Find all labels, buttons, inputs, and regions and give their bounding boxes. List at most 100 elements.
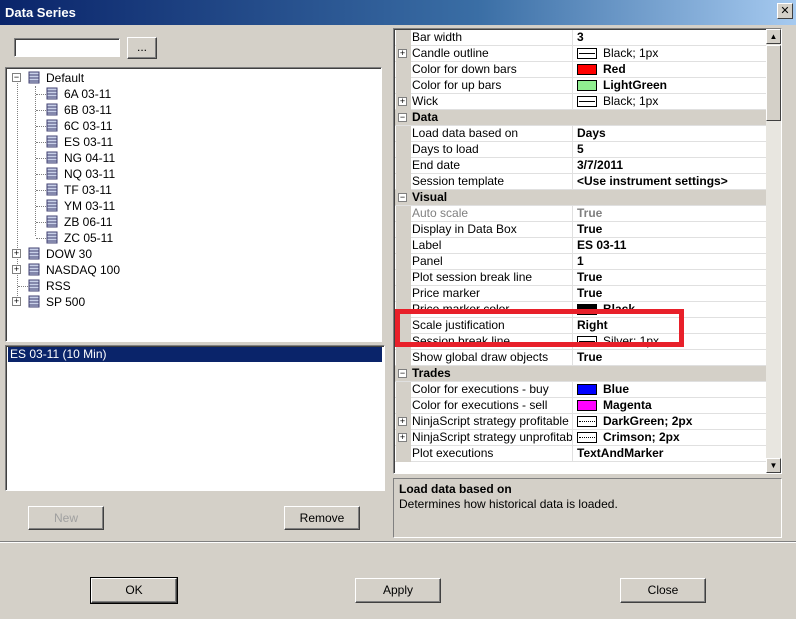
property-row[interactable]: Session template <Use instrument settings… [395, 174, 767, 190]
property-category[interactable]: − Data [395, 110, 767, 126]
tree-item[interactable]: 6A 03-11 [64, 86, 111, 102]
property-row[interactable]: + NinjaScript strategy unprofitable trade… [395, 430, 767, 446]
property-value[interactable]: True [575, 206, 765, 222]
property-grid-scrollbar[interactable]: ▲ ▼ [766, 29, 781, 473]
property-value[interactable]: Silver; 1px [575, 334, 765, 350]
property-value[interactable]: DarkGreen; 2px [575, 414, 765, 430]
property-value[interactable]: Magenta [575, 398, 765, 414]
property-row[interactable]: Color for down bars Red [395, 62, 767, 78]
property-value[interactable]: Crimson; 2px [575, 430, 765, 446]
instrument-tree[interactable]: − Default 6A 03-11 6B 03-11 6C 03-11 ES 03-11… [5, 67, 382, 342]
property-row[interactable]: Label ES 03-11 [395, 238, 767, 254]
property-row[interactable]: Show global draw objects True [395, 350, 767, 366]
remove-button[interactable]: Remove [284, 506, 360, 530]
property-name: Label [411, 238, 573, 254]
tree-expander-icon[interactable]: + [12, 297, 21, 306]
tree-item[interactable]: RSS [46, 278, 71, 294]
tree-item[interactable]: TF 03-11 [64, 182, 112, 198]
instrument-search-input[interactable] [14, 38, 120, 57]
property-name: Price marker color [411, 302, 573, 318]
property-value[interactable]: 3/7/2011 [575, 158, 765, 174]
property-value[interactable]: Red [575, 62, 765, 78]
property-value[interactable]: True [575, 286, 765, 302]
property-category[interactable]: − Trades [395, 366, 767, 382]
property-name: Load data based on [411, 126, 573, 142]
property-row[interactable]: Display in Data Box True [395, 222, 767, 238]
scroll-thumb[interactable] [766, 45, 781, 121]
tree-expander-icon[interactable]: + [12, 265, 21, 274]
close-button[interactable]: Close [620, 578, 706, 603]
database-icon [46, 151, 58, 164]
tree-item[interactable]: NASDAQ 100 [46, 262, 120, 278]
window-title: Data Series [5, 5, 76, 20]
property-value[interactable]: TextAndMarker [575, 446, 765, 462]
collapse-icon[interactable]: − [398, 113, 407, 122]
property-value[interactable]: Black [575, 302, 765, 318]
property-row[interactable]: + Candle outline Black; 1px [395, 46, 767, 62]
property-row[interactable]: Color for up bars LightGreen [395, 78, 767, 94]
data-series-list[interactable]: ES 03-11 (10 Min) [5, 345, 385, 491]
tree-item[interactable]: NQ 03-11 [64, 166, 115, 182]
tree-expander-icon[interactable]: + [12, 249, 21, 258]
property-category[interactable]: − Visual [395, 190, 767, 206]
database-icon [28, 295, 40, 308]
expand-icon[interactable]: + [398, 417, 407, 426]
property-row[interactable]: Color for executions - sell Magenta [395, 398, 767, 414]
property-row[interactable]: Auto scale True [395, 206, 767, 222]
tree-item[interactable]: DOW 30 [46, 246, 92, 262]
property-value[interactable]: <Use instrument settings> [575, 174, 765, 190]
tree-item[interactable]: 6B 03-11 [64, 102, 112, 118]
tree-item[interactable]: ES 03-11 [64, 134, 113, 150]
property-value[interactable]: ES 03-11 [575, 238, 765, 254]
property-row[interactable]: Plot session break line True [395, 270, 767, 286]
property-row[interactable]: Load data based on Days [395, 126, 767, 142]
tree-item[interactable]: Default [46, 70, 84, 86]
tree-item[interactable]: SP 500 [46, 294, 85, 310]
scroll-down-icon[interactable]: ▼ [766, 458, 781, 473]
tree-item[interactable]: ZC 05-11 [64, 230, 113, 246]
property-value[interactable]: 1 [575, 254, 765, 270]
property-row[interactable]: Price marker True [395, 286, 767, 302]
close-icon[interactable]: ✕ [777, 3, 793, 19]
property-value[interactable]: Right [575, 318, 765, 334]
property-name: Candle outline [411, 46, 573, 62]
expand-icon[interactable]: + [398, 97, 407, 106]
tree-item[interactable]: NG 04-11 [64, 150, 115, 166]
property-row[interactable]: + Wick Black; 1px [395, 94, 767, 110]
property-value[interactable]: True [575, 350, 765, 366]
property-row[interactable]: Price marker color Black [395, 302, 767, 318]
property-value[interactable]: 5 [575, 142, 765, 158]
property-row[interactable]: Session break line Silver; 1px [395, 334, 767, 350]
tree-item[interactable]: ZB 06-11 [64, 214, 112, 230]
expand-icon[interactable]: + [398, 433, 407, 442]
property-row[interactable]: Panel 1 [395, 254, 767, 270]
property-row[interactable]: Days to load 5 [395, 142, 767, 158]
tree-item[interactable]: YM 03-11 [64, 198, 115, 214]
property-value[interactable]: Blue [575, 382, 765, 398]
apply-button[interactable]: Apply [355, 578, 441, 603]
property-row[interactable]: Color for executions - buy Blue [395, 382, 767, 398]
property-value[interactable]: LightGreen [575, 78, 765, 94]
scroll-up-icon[interactable]: ▲ [766, 29, 781, 44]
property-value[interactable]: True [575, 222, 765, 238]
property-grid[interactable]: Bar width 3 + Candle outline Black; 1px Color… [393, 28, 782, 474]
property-value[interactable]: Days [575, 126, 765, 142]
property-row[interactable]: + NinjaScript strategy profitable tradesD… [395, 414, 767, 430]
property-value[interactable]: True [575, 270, 765, 286]
browse-button[interactable]: ... [127, 37, 157, 59]
property-row[interactable]: Bar width 3 [395, 30, 767, 46]
ok-button[interactable]: OK [90, 577, 178, 604]
property-value[interactable]: Black; 1px [575, 46, 765, 62]
series-list-item-selected[interactable]: ES 03-11 (10 Min) [8, 347, 382, 362]
expand-icon[interactable]: + [398, 49, 407, 58]
property-row[interactable]: End date 3/7/2011 [395, 158, 767, 174]
property-row[interactable]: Plot executions TextAndMarker [395, 446, 767, 462]
tree-expander-icon[interactable]: − [12, 73, 21, 82]
new-button[interactable]: New [28, 506, 104, 530]
tree-item[interactable]: 6C 03-11 [64, 118, 112, 134]
property-value[interactable]: 3 [575, 30, 765, 46]
property-row[interactable]: Scale justification Right [395, 318, 767, 334]
collapse-icon[interactable]: − [398, 369, 407, 378]
property-value[interactable]: Black; 1px [575, 94, 765, 110]
collapse-icon[interactable]: − [398, 193, 407, 202]
